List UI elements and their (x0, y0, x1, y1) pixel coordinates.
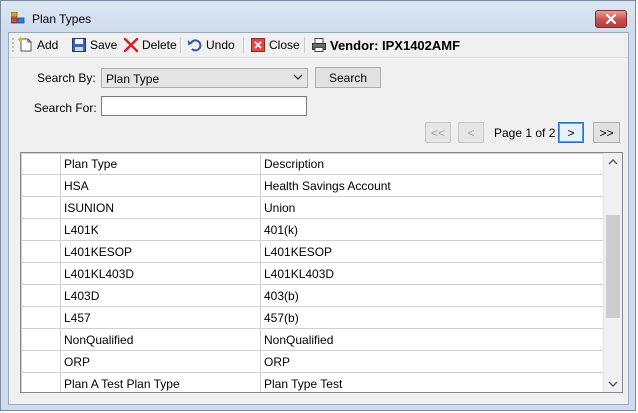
row-header[interactable] (21, 284, 61, 307)
description-cell[interactable]: 401(k) (260, 218, 604, 241)
description-cell[interactable]: 457(b) (260, 306, 604, 329)
vendor-label: Vendor: IPX1402AMF (330, 37, 461, 53)
vendor-printer-icon (311, 37, 327, 53)
close-icon (606, 14, 616, 24)
page-indicator: Page 1 of 2 (494, 126, 556, 140)
toolbar-separator (243, 37, 245, 53)
plan-types-window: Plan Types Add Save Delete Undo Close Ve… (0, 0, 636, 411)
search-for-input[interactable] (101, 96, 307, 116)
plan-type-cell[interactable]: ORP (60, 350, 261, 373)
row-header[interactable] (21, 218, 61, 241)
table-row[interactable]: ISUNION Union (21, 196, 604, 219)
chevron-down-icon (293, 74, 303, 80)
window-title: Plan Types (32, 12, 92, 26)
plan-type-cell[interactable]: L401KL403D (60, 262, 261, 285)
plan-type-cell[interactable]: L457 (60, 306, 261, 329)
next-page-button[interactable]: > (558, 122, 584, 143)
close-label: Close (269, 38, 300, 52)
last-page-button[interactable]: >> (593, 122, 620, 143)
plan-types-grid[interactable]: Plan Type Description HSA Health Savings … (20, 152, 623, 393)
grid-table: Plan Type Description HSA Health Savings … (21, 153, 604, 392)
row-header[interactable] (21, 262, 61, 285)
close-box-icon (250, 37, 266, 53)
table-row[interactable]: NonQualified NonQualified (21, 328, 604, 351)
chevron-up-icon (608, 158, 618, 164)
search-by-value: Plan Type (106, 72, 160, 86)
toolbar-grip[interactable] (12, 37, 14, 53)
window-close-button[interactable] (595, 10, 627, 28)
new-document-icon (18, 37, 34, 53)
row-header[interactable] (21, 174, 61, 197)
row-header[interactable] (21, 196, 61, 219)
first-page-button[interactable]: << (425, 122, 451, 143)
row-header-corner[interactable] (21, 153, 61, 175)
plan-type-cell[interactable]: HSA (60, 174, 261, 197)
add-label: Add (37, 38, 59, 52)
scroll-up-button[interactable] (604, 153, 622, 170)
table-row[interactable]: L457 457(b) (21, 306, 604, 329)
table-row[interactable]: L401K 401(k) (21, 218, 604, 241)
description-cell[interactable]: NonQualified (260, 328, 604, 351)
row-header[interactable] (21, 372, 61, 392)
search-by-dropdown[interactable]: Plan Type (101, 68, 308, 88)
row-header[interactable] (21, 350, 61, 373)
table-row[interactable]: Plan A Test Plan Type Plan Type Test (21, 372, 604, 392)
description-cell[interactable]: Union (260, 196, 604, 219)
previous-page-button[interactable]: < (458, 122, 484, 143)
toolbar: Add Save Delete Undo Close Vendor: IPX14… (9, 33, 628, 58)
description-cell[interactable]: Health Savings Account (260, 174, 604, 197)
plan-type-cell[interactable]: L403D (60, 284, 261, 307)
table-row[interactable]: HSA Health Savings Account (21, 174, 604, 197)
plan-type-cell[interactable]: NonQualified (60, 328, 261, 351)
description-cell[interactable]: 403(b) (260, 284, 604, 307)
undo-button[interactable]: Undo (187, 36, 235, 54)
table-row[interactable]: L401KL403D L401KL403D (21, 262, 604, 285)
column-header-description[interactable]: Description (260, 153, 604, 175)
plan-type-cell[interactable]: L401K (60, 218, 261, 241)
header-row: Plan Type Description (21, 153, 604, 175)
description-cell[interactable]: ORP (260, 350, 604, 373)
search-by-label: Search By: (37, 71, 96, 85)
title-bar[interactable]: Plan Types (1, 1, 635, 31)
description-cell[interactable]: L401KL403D (260, 262, 604, 285)
save-label: Save (90, 38, 118, 52)
delete-label: Delete (142, 38, 177, 52)
save-icon (71, 37, 87, 53)
client-area: Add Save Delete Undo Close Vendor: IPX14… (8, 32, 629, 405)
add-button[interactable]: Add (18, 36, 58, 54)
table-row[interactable]: L401KESOP L401KESOP (21, 240, 604, 263)
search-button[interactable]: Search (315, 67, 381, 88)
toolbar-separator (180, 37, 182, 53)
undo-label: Undo (206, 38, 235, 52)
row-header[interactable] (21, 328, 61, 351)
row-header[interactable] (21, 240, 61, 263)
vendor-indicator: Vendor: IPX1402AMF (311, 36, 460, 54)
scroll-down-button[interactable] (604, 375, 622, 392)
toolbar-separator (304, 37, 306, 53)
description-cell[interactable]: L401KESOP (260, 240, 604, 263)
table-row[interactable]: L403D 403(b) (21, 284, 604, 307)
scroll-thumb[interactable] (606, 215, 620, 318)
grid-vertical-scrollbar[interactable] (603, 153, 622, 392)
window-app-icon (11, 12, 25, 24)
undo-arrow-icon (187, 37, 203, 53)
description-cell[interactable]: Plan Type Test (260, 372, 604, 392)
plan-type-cell[interactable]: Plan A Test Plan Type (60, 372, 261, 392)
plan-type-cell[interactable]: L401KESOP (60, 240, 261, 263)
delete-x-icon (123, 37, 139, 53)
column-header-plan-type[interactable]: Plan Type (60, 153, 261, 175)
search-for-label: Search For: (34, 101, 97, 115)
chevron-down-icon (608, 381, 618, 387)
table-row[interactable]: ORP ORP (21, 350, 604, 373)
delete-button[interactable]: Delete (123, 36, 177, 54)
close-button[interactable]: Close (250, 36, 300, 54)
plan-type-cell[interactable]: ISUNION (60, 196, 261, 219)
row-header[interactable] (21, 306, 61, 329)
save-button[interactable]: Save (71, 36, 117, 54)
